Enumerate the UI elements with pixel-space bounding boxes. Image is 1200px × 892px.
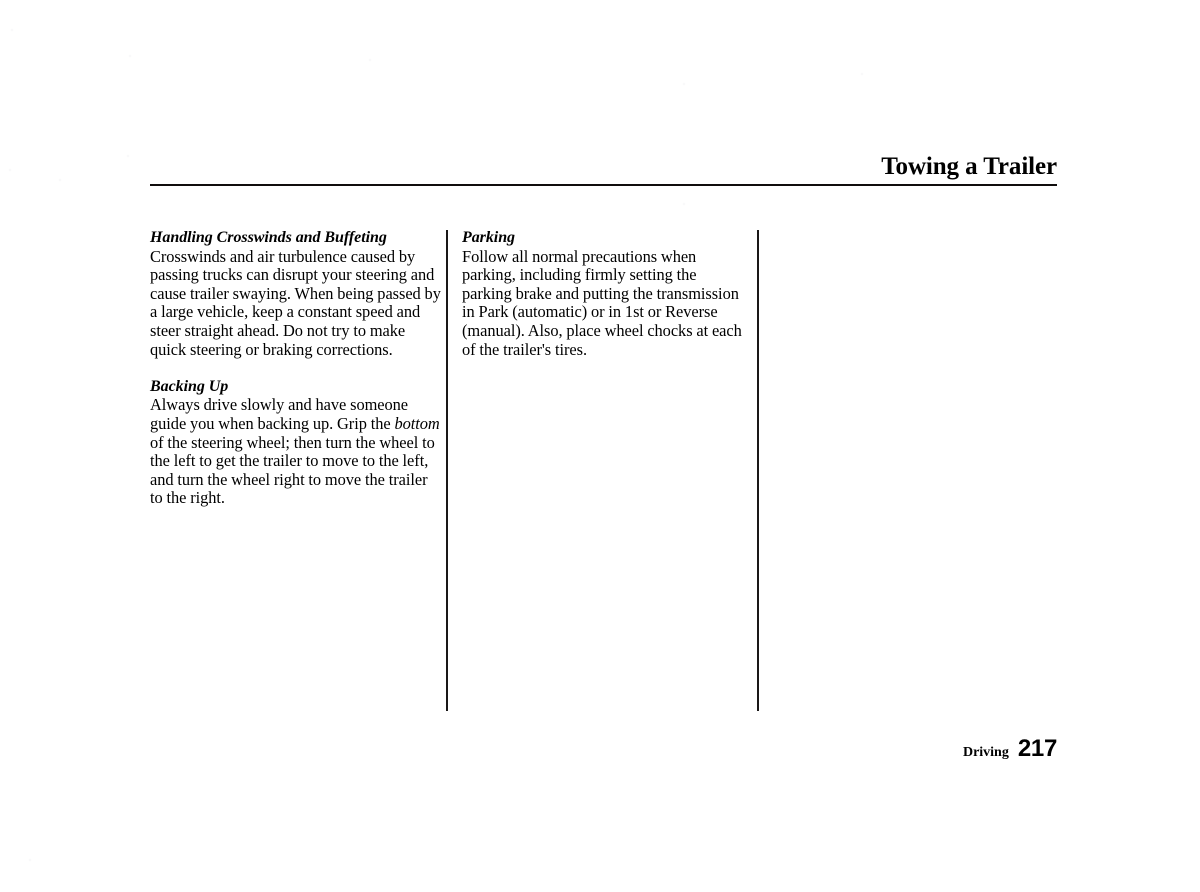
block-heading: Handling Crosswinds and Buffeting <box>150 229 387 246</box>
body-text-run: of the steering wheel; then turn the whe… <box>150 432 435 508</box>
footer-chapter-label: Driving <box>962 745 1009 760</box>
footer-page-number: 217 <box>1017 735 1057 762</box>
header-divider-rule <box>150 184 1057 186</box>
emphasized-word: bottom <box>394 413 440 433</box>
text-block: Parking Follow all normal precautions whe… <box>462 229 747 359</box>
body-text-run: Crosswinds and air turbulence caused by … <box>150 246 441 359</box>
block-heading: Backing Up <box>150 377 229 395</box>
block-body: Follow all normal precautions when parki… <box>462 246 747 360</box>
block-body: Crosswinds and air turbulence caused by … <box>150 246 441 360</box>
block-heading: Parking <box>462 229 515 246</box>
column-divider-rule-2 <box>757 230 759 711</box>
page-footer: Driving 217 <box>150 736 1057 766</box>
text-block: Handling Crosswinds and Buffeting Crosswi… <box>150 229 441 359</box>
text-block: Backing Up Always drive slowly and have s… <box>150 378 441 508</box>
text-column-one: Handling Crosswinds and Buffeting Crosswi… <box>150 229 441 508</box>
text-column-two: Parking Follow all normal precautions whe… <box>462 229 747 359</box>
column-divider-rule-1 <box>446 230 448 711</box>
block-body: Always drive slowly and have someone gui… <box>150 396 441 508</box>
manual-page: Towing a Trailer Handling Crosswinds and… <box>0 0 1200 892</box>
page-running-head: Towing a Trailer <box>881 153 1057 180</box>
body-text-run: Follow all normal precautions when parki… <box>462 246 742 359</box>
body-text-run: Always drive slowly and have someone gui… <box>150 395 409 433</box>
